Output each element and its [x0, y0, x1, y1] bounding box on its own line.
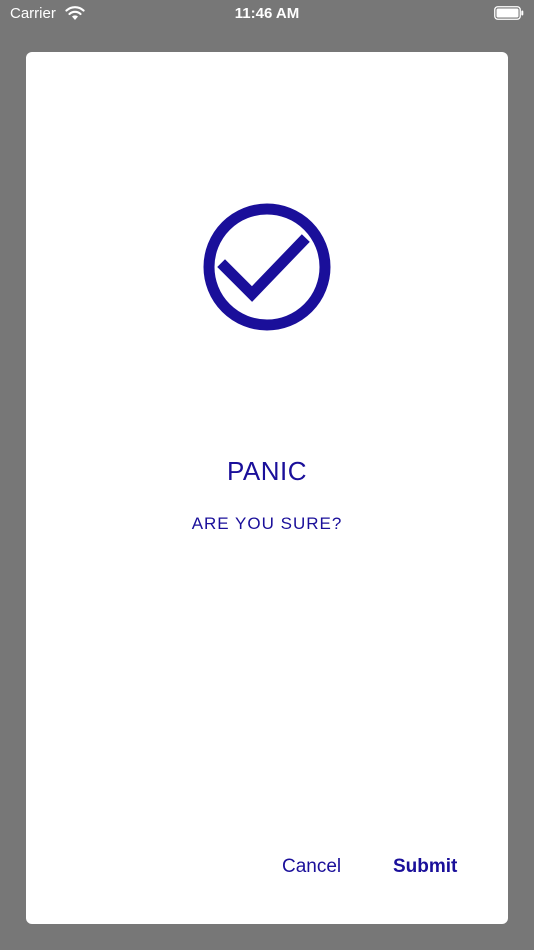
status-bar: Carrier 11:46 AM — [0, 0, 534, 28]
cancel-button[interactable]: Cancel — [282, 856, 341, 878]
check-circle-icon — [203, 203, 331, 331]
dialog-title: PANIC — [226, 456, 308, 486]
dialog-subtitle: ARE YOU SURE? — [191, 514, 343, 533]
status-time: 11:46 AM — [234, 5, 300, 22]
battery-icon — [494, 6, 524, 20]
submit-button[interactable]: Submit — [393, 856, 457, 878]
confirmation-dialog: PANIC ARE YOU SURE? Cancel Submit — [26, 52, 508, 924]
